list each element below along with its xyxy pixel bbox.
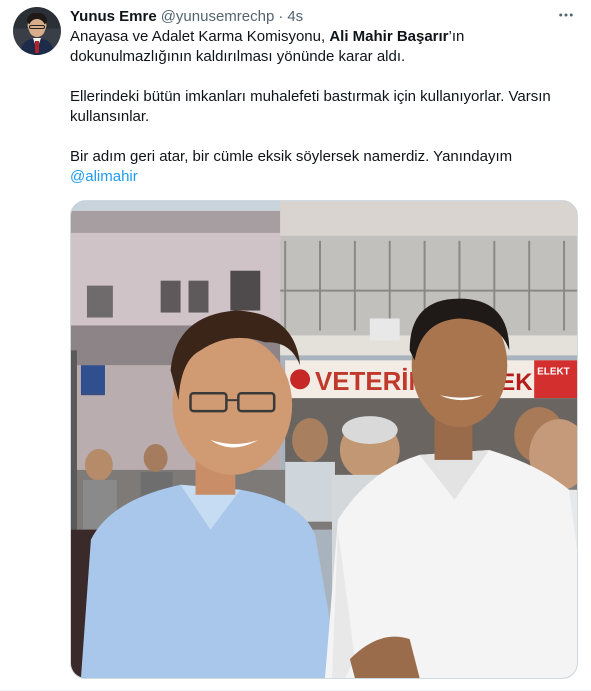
separator-dot: · — [278, 7, 284, 25]
mention-link[interactable]: @alimahir — [70, 168, 138, 185]
author-name[interactable]: Yunus Emre — [70, 8, 157, 25]
tweet-paragraph-3: Bir adım geri atar, bir cümle eksik söyl… — [70, 148, 513, 165]
more-options-button[interactable] — [553, 4, 579, 26]
author-handle[interactable]: @yunusemrechp — [161, 8, 275, 25]
shop-sign-text-3: ELEKT — [537, 366, 570, 377]
paragraph-1-start: Anayasa ve Adalet Karma Komisyonu, — [70, 28, 330, 45]
photo-scene: VETERİN EK ELEKT — [71, 201, 577, 678]
tweet-timestamp[interactable]: 4s — [287, 8, 303, 25]
more-horizontal-icon — [559, 13, 573, 17]
avatar[interactable] — [13, 7, 61, 55]
shop-sign-text: VETERİN — [315, 368, 427, 396]
tweet-text: Anayasa ve Adalet Karma Komisyonu, Ali M… — [70, 27, 575, 187]
tweet-paragraph-1: Anayasa ve Adalet Karma Komisyonu, Ali M… — [70, 27, 575, 67]
tweet-card[interactable]: Yunus Emre @yunusemrechp · 4s Anayasa ve… — [0, 0, 591, 691]
tweet-header: Yunus Emre @yunusemrechp · 4s — [70, 6, 303, 26]
bold-name: Ali Mahir Başarır — [329, 28, 449, 45]
tweet-paragraph-2: Ellerindeki bütün imkanları muhalefeti b… — [70, 88, 551, 125]
tweet-photo[interactable]: VETERİN EK ELEKT — [70, 200, 578, 679]
